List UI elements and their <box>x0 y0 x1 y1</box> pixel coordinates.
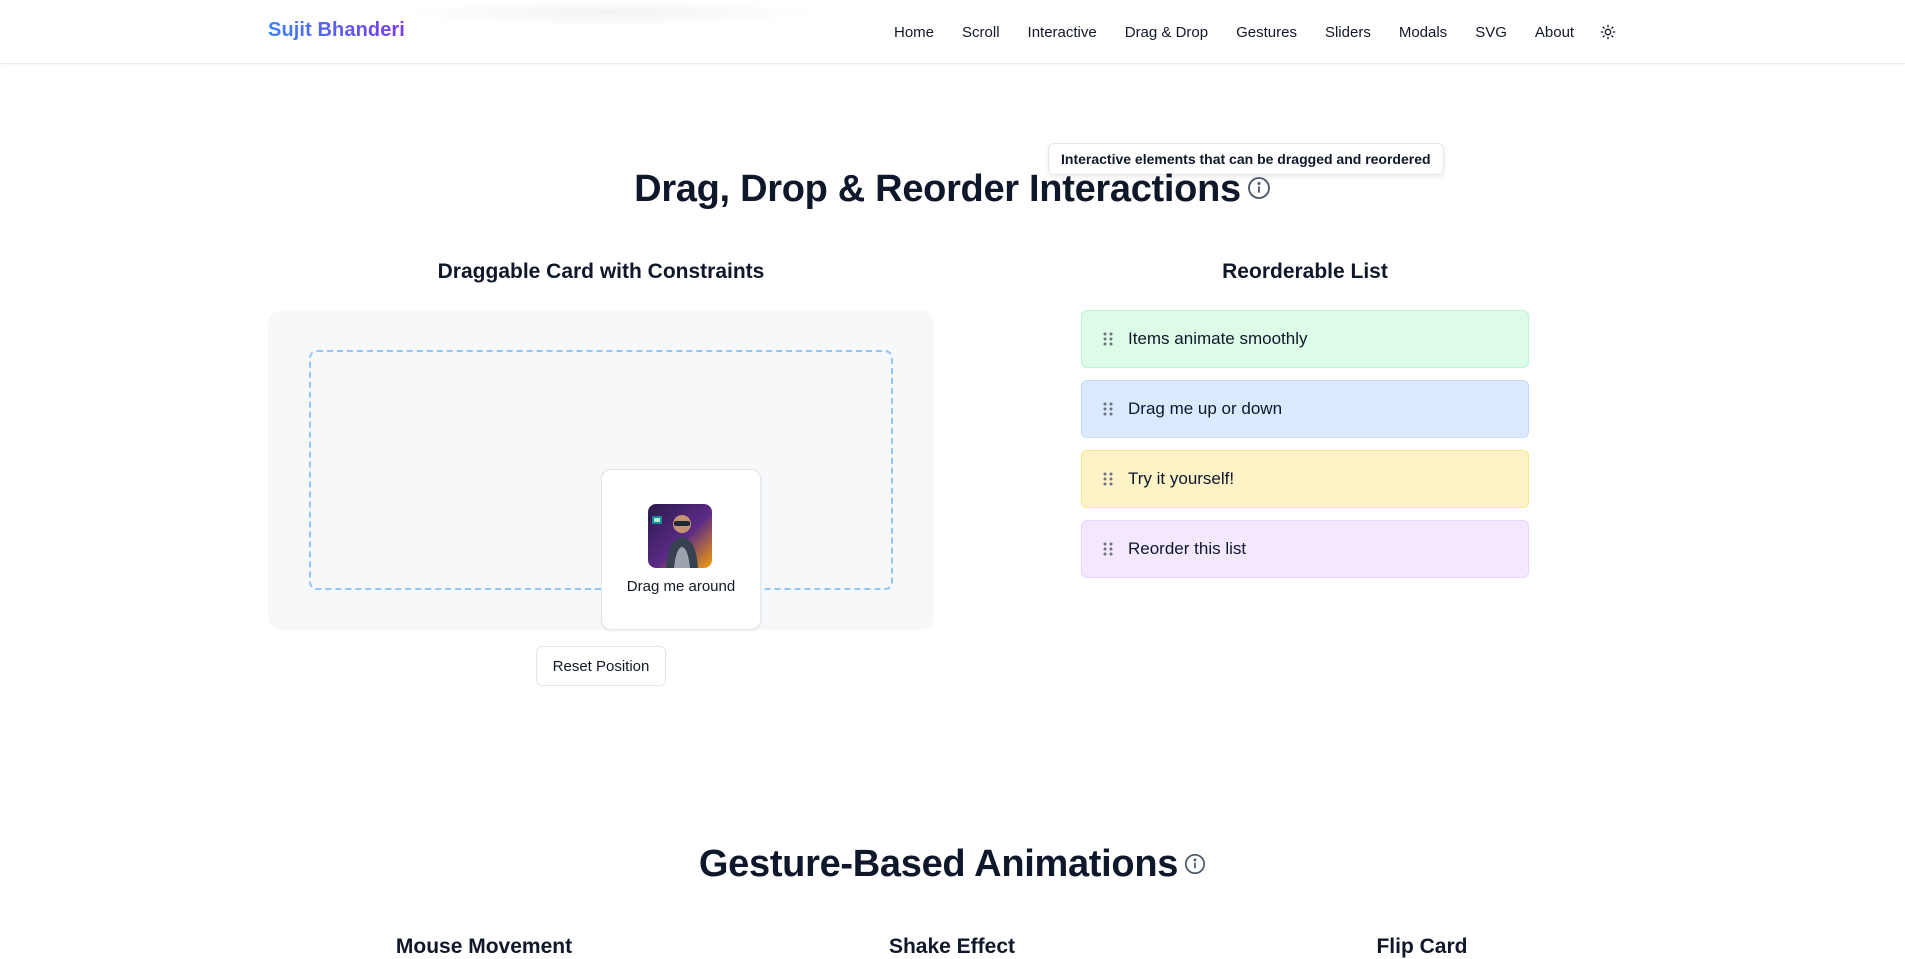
nav-link-scroll[interactable]: Scroll <box>962 24 1000 41</box>
list-item[interactable]: Reorder this list <box>1081 520 1529 578</box>
shake-effect-heading: Shake Effect <box>888 935 1016 958</box>
drag-handle-icon[interactable] <box>1102 541 1114 557</box>
info-icon[interactable] <box>1184 842 1206 885</box>
drag-handle-icon[interactable] <box>1102 471 1114 487</box>
avatar <box>648 504 712 568</box>
gesture-section-title-text: Gesture-Based Animations <box>698 843 1179 885</box>
top-navbar: Sujit Bhanderi Home Scroll Interactive D… <box>0 0 1905 64</box>
nav-link-sliders[interactable]: Sliders <box>1325 24 1371 41</box>
reset-position-button[interactable]: Reset Position <box>536 646 666 686</box>
draggable-card-heading: Draggable Card with Constraints <box>437 260 765 283</box>
nav-link-drag-drop[interactable]: Drag & Drop <box>1125 24 1208 41</box>
brand-logo[interactable]: Sujit Bhanderi <box>268 19 405 42</box>
list-item-label: Try it yourself! <box>1128 469 1235 488</box>
list-item[interactable]: Items animate smoothly <box>1081 310 1529 368</box>
nav-link-gestures[interactable]: Gestures <box>1236 24 1297 41</box>
list-item[interactable]: Drag me up or down <box>1081 380 1529 438</box>
list-item-label: Drag me up or down <box>1128 399 1283 418</box>
drag-handle-icon[interactable] <box>1102 401 1114 417</box>
nav-shadow-decoration <box>400 0 820 26</box>
draggable-card-label: Drag me around <box>626 578 736 595</box>
flip-card-heading: Flip Card <box>1376 935 1468 958</box>
nav-link-home[interactable]: Home <box>894 24 934 41</box>
drag-section-title: Drag, Drop & Reorder Interactions <box>0 168 1905 211</box>
info-icon[interactable] <box>1247 167 1271 210</box>
drag-handle-icon[interactable] <box>1102 331 1114 347</box>
nav-link-modals[interactable]: Modals <box>1399 24 1447 41</box>
nav-link-about[interactable]: About <box>1535 24 1574 41</box>
draggable-card[interactable]: Drag me around <box>601 469 761 630</box>
nav-link-interactive[interactable]: Interactive <box>1028 24 1097 41</box>
reorderable-list-heading: Reorderable List <box>1222 260 1388 283</box>
nav-links: Home Scroll Interactive Drag & Drop Gest… <box>894 0 1618 64</box>
gesture-section-title: Gesture-Based Animations <box>0 843 1905 886</box>
list-item-label: Items animate smoothly <box>1128 329 1308 348</box>
sun-icon <box>1600 24 1616 40</box>
nav-link-svg[interactable]: SVG <box>1475 24 1507 41</box>
mouse-movement-heading: Mouse Movement <box>395 935 573 958</box>
theme-toggle-button[interactable] <box>1598 22 1618 42</box>
list-item-label: Reorder this list <box>1128 539 1247 558</box>
list-item[interactable]: Try it yourself! <box>1081 450 1529 508</box>
drag-section-title-text: Drag, Drop & Reorder Interactions <box>634 168 1241 210</box>
